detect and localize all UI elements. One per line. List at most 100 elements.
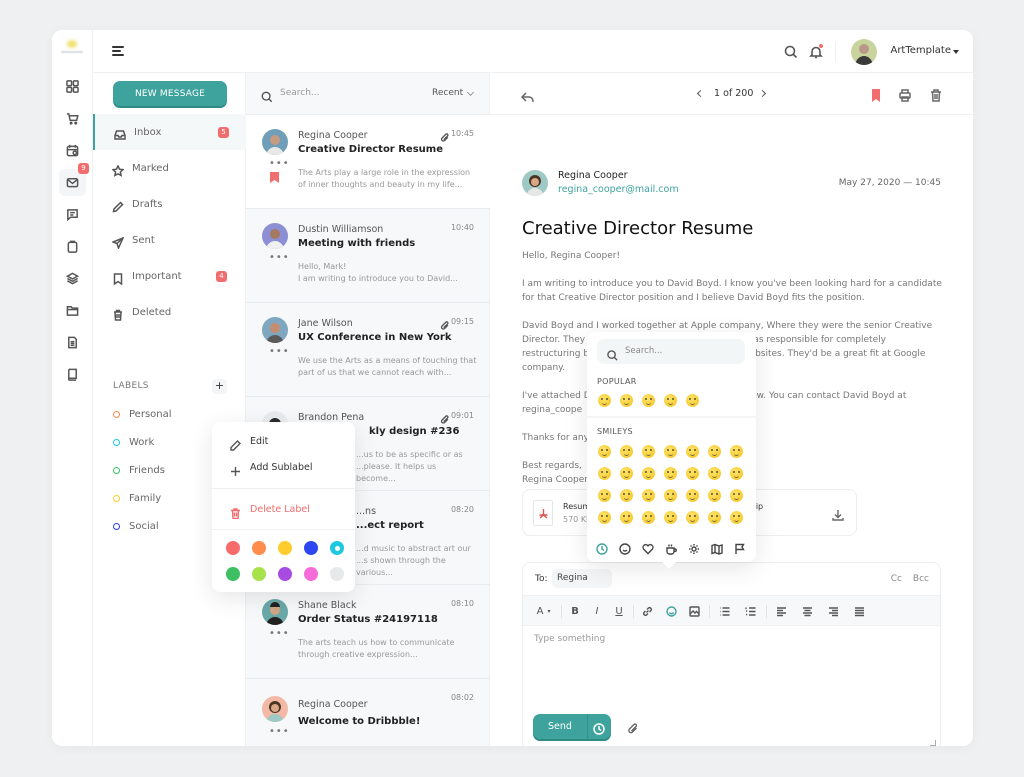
add-sublabel-menu-item[interactable]: Add Sublabel: [212, 458, 355, 478]
emoji-button[interactable]: [708, 489, 721, 502]
color-swatch[interactable]: [330, 541, 344, 555]
emoji-button[interactable]: [686, 489, 699, 502]
rail-chat[interactable]: [59, 201, 86, 228]
print-icon[interactable]: [899, 87, 911, 102]
emoji-button[interactable]: [620, 445, 633, 458]
emoji-button[interactable]: [664, 394, 677, 407]
rail-mail[interactable]: 9: [59, 163, 89, 196]
rail-dashboard[interactable]: [59, 73, 86, 100]
user-avatar[interactable]: [851, 39, 877, 65]
reply-icon[interactable]: [520, 88, 534, 102]
rail-tasks[interactable]: [59, 233, 86, 260]
emoji-button[interactable]: [708, 445, 721, 458]
more-options-icon[interactable]: •••: [269, 159, 290, 169]
edit-label-menu-item[interactable]: Edit: [212, 432, 355, 452]
heart-category-icon[interactable]: [642, 540, 654, 555]
emoji-icon[interactable]: [665, 605, 677, 617]
message-item[interactable]: ••• Regina Cooper Welcome to Dribbble! 0…: [246, 678, 490, 746]
bcc-toggle[interactable]: Bcc: [913, 574, 929, 584]
image-icon[interactable]: [688, 605, 700, 617]
folder-sent[interactable]: Sent: [93, 222, 246, 258]
notifications-bell-icon[interactable]: [809, 44, 823, 59]
flag-category-icon[interactable]: [734, 540, 746, 554]
menu-toggle-icon[interactable]: [112, 46, 124, 56]
emoji-button[interactable]: [642, 445, 655, 458]
folder-inbox[interactable]: Inbox 5: [93, 114, 246, 150]
color-swatch[interactable]: [278, 541, 292, 555]
recipient-chip[interactable]: Regina: [552, 569, 612, 588]
align-left-icon[interactable]: [775, 605, 787, 617]
emoji-button[interactable]: [642, 489, 655, 502]
emoji-button[interactable]: [642, 511, 655, 524]
link-icon[interactable]: [641, 605, 653, 617]
label-family[interactable]: Family: [113, 491, 161, 505]
emoji-button[interactable]: [620, 394, 633, 407]
label-friends[interactable]: Friends: [113, 463, 165, 477]
label-social[interactable]: Social: [113, 519, 159, 533]
rail-layers[interactable]: [59, 265, 86, 292]
global-search-icon[interactable]: [784, 44, 798, 59]
emoji-button[interactable]: [664, 467, 677, 480]
numbered-list-icon[interactable]: [744, 605, 756, 617]
app-logo[interactable]: [61, 40, 83, 54]
delete-label-menu-item[interactable]: Delete Label: [212, 500, 355, 520]
rail-docs[interactable]: [59, 329, 86, 356]
emoji-button[interactable]: [664, 511, 677, 524]
color-swatch[interactable]: [278, 567, 292, 581]
label-work[interactable]: Work: [113, 435, 154, 449]
user-menu-caret-icon[interactable]: [953, 50, 959, 54]
sort-dropdown[interactable]: Recent: [432, 88, 463, 98]
folder-drafts[interactable]: Drafts: [93, 186, 246, 222]
bookmark-icon[interactable]: [270, 172, 279, 183]
emoji-button[interactable]: [686, 394, 699, 407]
trash-icon[interactable]: [930, 87, 942, 102]
add-label-button[interactable]: +: [212, 379, 227, 394]
rail-calendar[interactable]: [59, 137, 86, 164]
emoji-button[interactable]: [598, 467, 611, 480]
emoji-button[interactable]: [686, 511, 699, 524]
more-options-icon[interactable]: •••: [269, 253, 290, 263]
bold-button[interactable]: B: [569, 605, 581, 617]
emoji-search-input[interactable]: Search...: [597, 339, 745, 364]
color-swatch[interactable]: [226, 541, 240, 555]
folder-deleted[interactable]: Deleted: [93, 294, 246, 330]
previous-message-icon[interactable]: [696, 89, 705, 98]
next-message-icon[interactable]: [758, 89, 767, 98]
emoji-button[interactable]: [620, 467, 633, 480]
sender-email-link[interactable]: regina_cooper@mail.com: [558, 184, 679, 195]
emoji-button[interactable]: [730, 511, 743, 524]
italic-button[interactable]: I: [591, 605, 603, 617]
list-search-input[interactable]: Search...: [280, 88, 320, 98]
more-options-icon[interactable]: •••: [269, 727, 290, 737]
more-options-icon[interactable]: •••: [269, 629, 290, 639]
emoji-button[interactable]: [620, 489, 633, 502]
emoji-button[interactable]: [708, 511, 721, 524]
underline-button[interactable]: U: [613, 605, 625, 617]
color-swatch[interactable]: [226, 567, 240, 581]
emoji-button[interactable]: [642, 467, 655, 480]
message-item[interactable]: ••• Shane Black Order Status #24197118 T…: [246, 584, 490, 678]
color-swatch[interactable]: [252, 567, 266, 581]
emoji-button[interactable]: [686, 467, 699, 480]
coffee-category-icon[interactable]: [665, 540, 677, 555]
chevron-down-icon[interactable]: ▾: [543, 605, 555, 617]
folder-important[interactable]: Important 4: [93, 258, 246, 294]
emoji-button[interactable]: [642, 394, 655, 407]
folder-marked[interactable]: Marked: [93, 150, 246, 186]
color-swatch[interactable]: [304, 541, 318, 555]
bookmark-icon[interactable]: [870, 87, 882, 102]
chevron-down-icon[interactable]: [466, 88, 475, 97]
map-category-icon[interactable]: [711, 540, 723, 555]
emoji-button[interactable]: [730, 467, 743, 480]
message-input[interactable]: Type something: [534, 634, 605, 644]
align-center-icon[interactable]: [801, 605, 813, 617]
smiley-category-icon[interactable]: [619, 540, 631, 555]
sun-category-icon[interactable]: [688, 540, 700, 554]
emoji-button[interactable]: [598, 394, 611, 407]
new-message-button[interactable]: NEW MESSAGE: [113, 81, 227, 106]
download-icon[interactable]: [832, 506, 844, 521]
emoji-button[interactable]: [730, 445, 743, 458]
emoji-button[interactable]: [598, 489, 611, 502]
label-personal[interactable]: Personal: [113, 407, 172, 421]
send-button[interactable]: Send: [533, 714, 611, 739]
